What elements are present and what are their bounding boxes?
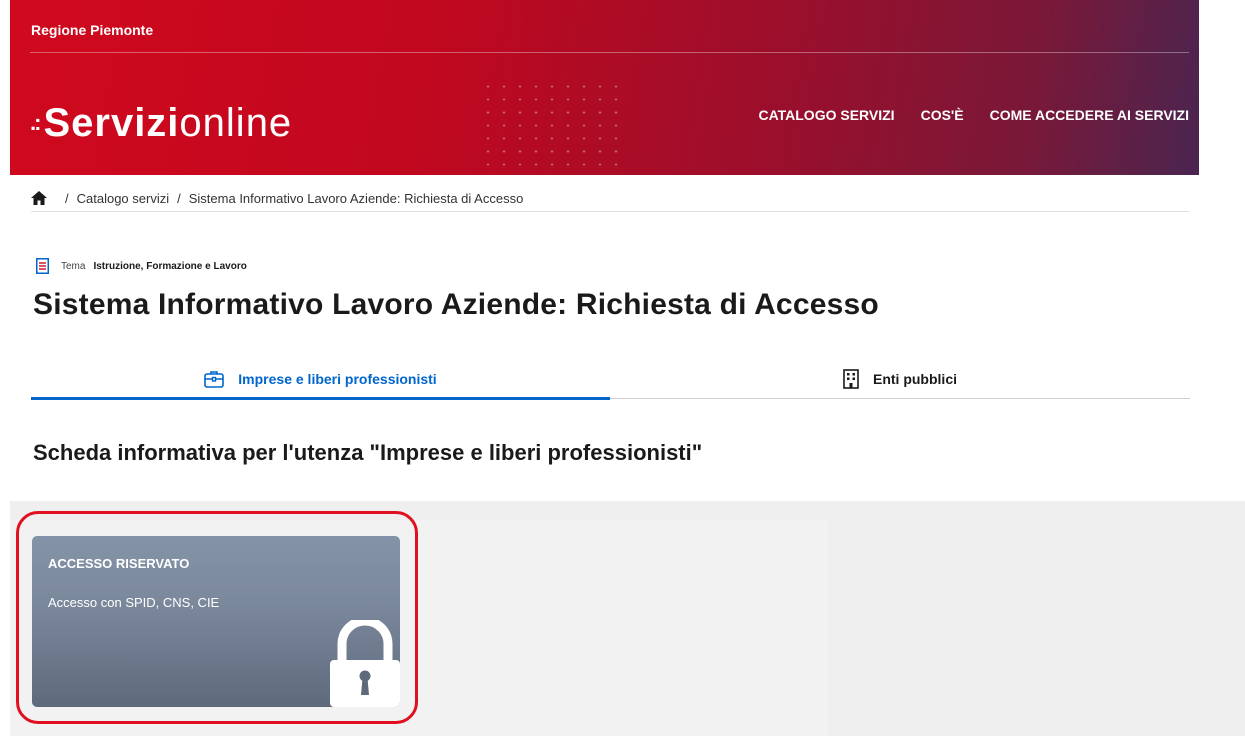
breadcrumb-separator: / xyxy=(65,190,69,206)
nav-cos-e[interactable]: COS'È xyxy=(921,107,964,123)
home-icon[interactable] xyxy=(31,191,47,205)
nav-come-accedere[interactable]: COME ACCEDERE AI SERVIZI xyxy=(990,107,1189,123)
user-type-tabs: Imprese e liberi professionisti Enti pub… xyxy=(31,360,1190,400)
tema-row: Tema Istruzione, Formazione e Lavoro xyxy=(36,258,247,274)
tema-label: Tema xyxy=(61,260,86,272)
logo-bold-text: Servizi xyxy=(43,101,180,145)
nav-catalogo-servizi[interactable]: CATALOGO SERVIZI xyxy=(758,107,894,123)
breadcrumb-current: Sistema Informativo Lavoro Aziende: Rich… xyxy=(188,190,524,206)
building-icon xyxy=(843,369,859,389)
accesso-riservato-card[interactable]: ACCESSO RISERVATO Accesso con SPID, CNS,… xyxy=(32,536,400,707)
tab-imprese[interactable]: Imprese e liberi professionisti xyxy=(31,360,610,400)
breadcrumb: / Catalogo servizi / Sistema Informativo… xyxy=(31,185,1189,212)
lock-icon xyxy=(330,620,400,707)
logo-dots: .: xyxy=(30,110,42,135)
breadcrumb-catalogo[interactable]: Catalogo servizi xyxy=(77,191,170,206)
document-icon xyxy=(36,258,49,274)
logo-light-text: online xyxy=(179,101,293,145)
tab-imprese-label: Imprese e liberi professionisti xyxy=(238,370,437,387)
site-header: Regione Piemonte .: Servizionline CATALOG… xyxy=(10,0,1199,175)
site-logo[interactable]: .: Servizionline xyxy=(30,103,292,143)
tab-enti-label: Enti pubblici xyxy=(873,371,957,387)
tab-enti-pubblici[interactable]: Enti pubblici xyxy=(610,360,1190,398)
briefcase-icon xyxy=(204,370,225,388)
breadcrumb-separator: / xyxy=(177,190,181,206)
decorative-dot-grid xyxy=(480,80,620,175)
page-title: Sistema Informativo Lavoro Aziende: Rich… xyxy=(33,288,879,321)
section-title: Scheda informativa per l'utenza "Imprese… xyxy=(33,440,703,465)
tema-value: Istruzione, Formazione e Lavoro xyxy=(93,260,247,272)
header-divider xyxy=(30,52,1189,53)
card-subtitle: Accesso con SPID, CNS, CIE xyxy=(48,595,220,610)
region-label[interactable]: Regione Piemonte xyxy=(31,22,153,38)
card-title: ACCESSO RISERVATO xyxy=(48,556,190,571)
main-nav: CATALOGO SERVIZI COS'È COME ACCEDERE AI … xyxy=(732,107,1189,123)
